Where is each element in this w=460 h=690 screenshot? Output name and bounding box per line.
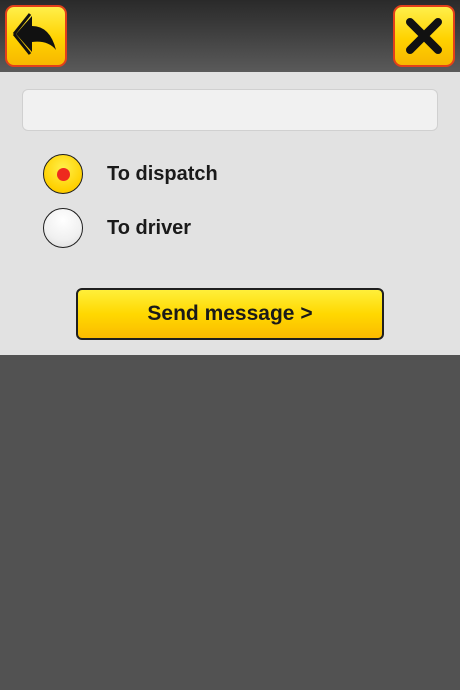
radio-label-driver: To driver — [107, 216, 192, 239]
radio-button-driver[interactable] — [43, 208, 83, 248]
back-button[interactable] — [5, 5, 67, 67]
radio-label-dispatch: To dispatch — [107, 162, 218, 185]
send-message-button[interactable]: Send message > — [76, 288, 384, 340]
message-panel: To dispatch To driver Send message > — [0, 72, 460, 355]
radio-button-dispatch[interactable] — [43, 154, 83, 194]
message-input[interactable] — [22, 89, 438, 131]
close-x-icon — [406, 18, 442, 54]
empty-content-area — [0, 355, 460, 690]
back-arrow-icon — [12, 13, 56, 55]
close-button[interactable] — [393, 5, 455, 67]
radio-option-dispatch[interactable]: To dispatch — [43, 154, 218, 194]
top-toolbar — [0, 0, 460, 72]
radio-selected-dot — [56, 167, 70, 181]
radio-option-driver[interactable]: To driver — [43, 208, 191, 248]
